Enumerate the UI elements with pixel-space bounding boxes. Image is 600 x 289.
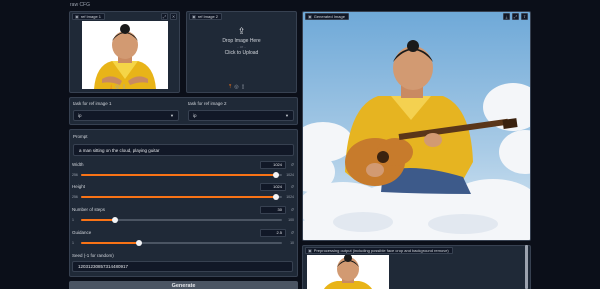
reset-icon[interactable]: ↺ xyxy=(291,207,294,212)
prompt-input[interactable]: a man sitting on the cloud, playing guit… xyxy=(73,144,294,156)
share-icon[interactable]: ◎ xyxy=(115,84,119,90)
click-upload-text: Click to Upload xyxy=(224,50,259,56)
preprocessing-label: ▣ Preprocessing output (including possibl… xyxy=(305,247,453,254)
generate-button[interactable]: Generate xyxy=(69,281,298,289)
slider-handle[interactable] xyxy=(112,217,119,223)
steps-label: Number of steps xyxy=(72,207,106,212)
image-icon: ▣ xyxy=(192,14,196,19)
webcam-icon[interactable]: ◎ xyxy=(234,84,238,90)
height-slider-row: Height 1024 ↺ 256 1024 xyxy=(72,183,294,200)
height-input[interactable]: 1024 xyxy=(260,183,286,191)
task2-label: task for ref image 2 xyxy=(188,101,227,106)
steps-max: 100 xyxy=(288,218,294,222)
width-label: Width xyxy=(72,162,84,167)
width-slider-row: Width 1024 ↺ 256 1024 xyxy=(72,161,294,178)
steps-input[interactable]: 30 xyxy=(260,206,286,214)
reset-icon[interactable]: ↺ xyxy=(291,162,294,167)
clear-icon[interactable]: ▯ xyxy=(123,84,126,90)
guidance-max: 10 xyxy=(290,241,294,245)
reset-icon[interactable]: ↺ xyxy=(291,230,294,235)
fullscreen-icon[interactable]: ⤢ xyxy=(512,13,519,20)
ref-image-2-label: ▣ ref Image 2 xyxy=(189,13,223,20)
upload-dropzone[interactable]: ⇪ Drop Image Here - or - Click to Upload xyxy=(187,26,296,56)
slider-handle[interactable] xyxy=(272,194,279,200)
guidance-slider-row: Guidance 2.5 ↺ 1 10 xyxy=(72,229,294,246)
chevron-down-icon: ▼ xyxy=(170,113,174,118)
seed-input[interactable]: 12031230857314480917 xyxy=(72,261,293,272)
share-icon[interactable]: ⇧ xyxy=(521,13,528,20)
close-icon[interactable]: ✕ xyxy=(170,13,177,20)
preprocessing-image xyxy=(307,255,389,289)
generated-image xyxy=(303,12,530,240)
download-icon[interactable]: ⤓ xyxy=(503,13,510,20)
prompt-label: Prompt xyxy=(73,134,88,139)
download-icon[interactable]: ⤓ xyxy=(110,84,112,90)
task2-select[interactable]: ip ▼ xyxy=(188,110,294,121)
upload-icon: ⇪ xyxy=(237,26,246,36)
tasks-panel: task for ref image 1 ip ▼ task for ref im… xyxy=(69,97,298,125)
ref-image-2-panel[interactable]: ▣ ref Image 2 ⇪ Drop Image Here - or - Cl… xyxy=(186,11,297,93)
seed-label: Seed (-1 for random) xyxy=(72,253,114,258)
slider-handle[interactable] xyxy=(272,172,279,178)
preprocessing-panel: ▣ Preprocessing output (including possibl… xyxy=(302,245,531,289)
height-max: 1024 xyxy=(286,195,294,199)
width-min: 256 xyxy=(72,173,78,177)
task1-label: task for ref image 1 xyxy=(73,101,112,106)
width-max: 1024 xyxy=(286,173,294,177)
chevron-down-icon: ▼ xyxy=(285,113,289,118)
width-slider[interactable] xyxy=(81,172,282,178)
fullscreen-icon[interactable]: ⤢ xyxy=(161,13,168,20)
generated-image-label: ▣ Generated Image xyxy=(305,13,349,20)
ref-image-1-panel[interactable]: ▣ ref Image 1 ⤢ ✕ ⤓ ◎ ▯ xyxy=(69,11,180,93)
steps-slider[interactable] xyxy=(81,217,282,223)
guidance-label: Guidance xyxy=(72,230,92,235)
clipboard-icon[interactable]: ▯ xyxy=(242,84,245,90)
steps-min: 1 xyxy=(72,218,74,222)
image-icon: ▣ xyxy=(308,14,312,19)
guidance-input[interactable]: 2.5 xyxy=(260,229,286,237)
upload-icon[interactable]: ⤒ xyxy=(229,84,231,90)
task1-select[interactable]: ip ▼ xyxy=(73,110,179,121)
scrollbar[interactable] xyxy=(525,245,528,289)
page-subtitle: raw CFG xyxy=(70,2,90,8)
image-icon: ▣ xyxy=(75,14,79,19)
height-label: Height xyxy=(72,184,86,189)
guidance-min: 1 xyxy=(72,241,74,245)
image-icon: ▣ xyxy=(308,248,312,253)
width-input[interactable]: 1024 xyxy=(260,161,286,169)
height-slider[interactable] xyxy=(81,194,282,200)
guidance-slider[interactable] xyxy=(81,240,282,246)
ref-image-1-thumbnail xyxy=(82,21,168,89)
generated-image-panel: ▣ Generated Image ⤓ ⤢ ⇧ xyxy=(302,11,531,241)
height-min: 256 xyxy=(72,195,78,199)
slider-handle[interactable] xyxy=(136,240,143,246)
ref-image-1-label: ▣ ref Image 1 xyxy=(72,13,106,20)
steps-slider-row: Number of steps 30 ↺ 1 100 xyxy=(72,206,294,223)
reset-icon[interactable]: ↺ xyxy=(291,184,294,189)
